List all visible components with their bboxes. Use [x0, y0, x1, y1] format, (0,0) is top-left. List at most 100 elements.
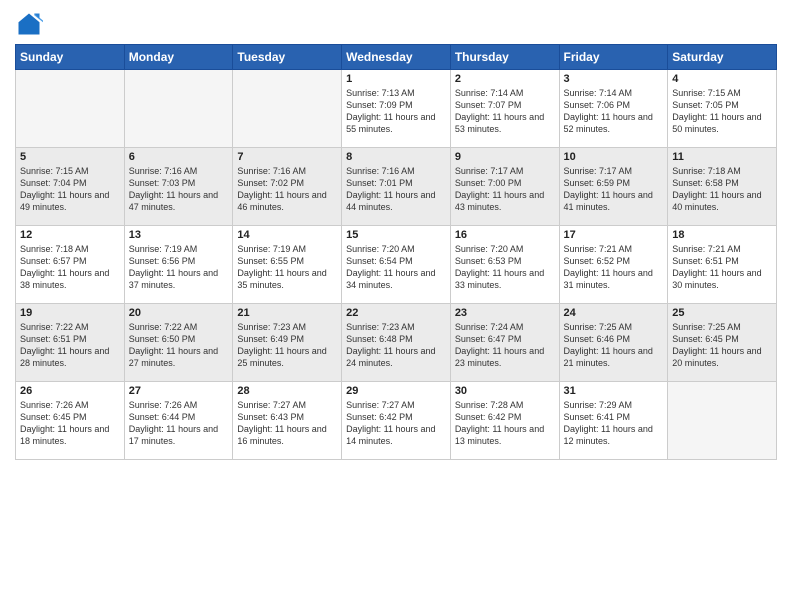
day-number: 19: [20, 307, 120, 319]
calendar-cell-4-4: 22Sunrise: 7:23 AM Sunset: 6:48 PM Dayli…: [342, 304, 451, 382]
week-row-5: 26 Sunrise: 7:26 AM Sunset: 6:45 PM Dayli…: [16, 382, 777, 460]
day-info: Sunrise: 7:21 AM Sunset: 6:51 PM Dayligh…: [672, 243, 772, 292]
day-info: Sunrise: 7:26 AM Sunset: 6:45 PM Dayligh…: [20, 399, 120, 448]
day-info: Sunrise: 7:16 AM Sunset: 7:01 PM Dayligh…: [346, 165, 446, 214]
week-row-2: 5 Sunrise: 7:15 AM Sunset: 7:04 PM Daylig…: [16, 148, 777, 226]
calendar-cell-2-3: 7 Sunrise: 7:16 AM Sunset: 7:02 PM Daylig…: [233, 148, 342, 226]
calendar-cell-1-4: 1 Sunrise: 7:13 AM Sunset: 7:09 PM Daylig…: [342, 70, 451, 148]
calendar-cell-2-1: 5 Sunrise: 7:15 AM Sunset: 7:04 PM Daylig…: [16, 148, 125, 226]
calendar-cell-3-5: 16 Sunrise: 7:20 AM Sunset: 6:53 PM Dayli…: [450, 226, 559, 304]
calendar-cell-1-6: 3 Sunrise: 7:14 AM Sunset: 7:06 PM Daylig…: [559, 70, 668, 148]
day-number: 16: [455, 229, 555, 241]
day-number: 17: [564, 229, 664, 241]
calendar-cell-1-3: [233, 70, 342, 148]
day-info: Sunrise: 7:15 AM Sunset: 7:04 PM Dayligh…: [20, 165, 120, 214]
calendar-cell-1-1: [16, 70, 125, 148]
calendar-cell-4-7: 25 Sunrise: 7:25 AM Sunset: 6:45 PM Dayli…: [668, 304, 777, 382]
calendar-cell-5-5: 30Sunrise: 7:28 AM Sunset: 6:42 PM Dayli…: [450, 382, 559, 460]
day-number: 31: [564, 385, 664, 397]
day-info: Sunrise: 7:27 AM Sunset: 6:42 PM Dayligh…: [346, 399, 446, 448]
calendar-cell-5-2: 27 Sunrise: 7:26 AM Sunset: 6:44 PM Dayli…: [124, 382, 233, 460]
day-info: Sunrise: 7:24 AM Sunset: 6:47 PM Dayligh…: [455, 321, 555, 370]
week-row-1: 1 Sunrise: 7:13 AM Sunset: 7:09 PM Daylig…: [16, 70, 777, 148]
calendar-cell-4-3: 21 Sunrise: 7:23 AM Sunset: 6:49 PM Dayli…: [233, 304, 342, 382]
calendar-cell-2-6: 10 Sunrise: 7:17 AM Sunset: 6:59 PM Dayli…: [559, 148, 668, 226]
day-info: Sunrise: 7:27 AM Sunset: 6:43 PM Dayligh…: [237, 399, 337, 448]
weekday-header-wednesday: Wednesday: [342, 45, 451, 70]
day-number: 28: [237, 385, 337, 397]
calendar-cell-2-2: 6Sunrise: 7:16 AM Sunset: 7:03 PM Daylig…: [124, 148, 233, 226]
calendar-cell-4-1: 19 Sunrise: 7:22 AM Sunset: 6:51 PM Dayli…: [16, 304, 125, 382]
day-info: Sunrise: 7:13 AM Sunset: 7:09 PM Dayligh…: [346, 87, 446, 136]
day-info: Sunrise: 7:17 AM Sunset: 7:00 PM Dayligh…: [455, 165, 555, 214]
day-info: Sunrise: 7:22 AM Sunset: 6:51 PM Dayligh…: [20, 321, 120, 370]
calendar-cell-3-7: 18 Sunrise: 7:21 AM Sunset: 6:51 PM Dayli…: [668, 226, 777, 304]
day-info: Sunrise: 7:17 AM Sunset: 6:59 PM Dayligh…: [564, 165, 664, 214]
calendar-cell-5-3: 28 Sunrise: 7:27 AM Sunset: 6:43 PM Dayli…: [233, 382, 342, 460]
day-info: Sunrise: 7:25 AM Sunset: 6:45 PM Dayligh…: [672, 321, 772, 370]
day-number: 9: [455, 151, 555, 163]
weekday-header-saturday: Saturday: [668, 45, 777, 70]
day-number: 1: [346, 73, 446, 85]
logo: [15, 10, 45, 38]
calendar-cell-5-4: 29 Sunrise: 7:27 AM Sunset: 6:42 PM Dayli…: [342, 382, 451, 460]
day-info: Sunrise: 7:21 AM Sunset: 6:52 PM Dayligh…: [564, 243, 664, 292]
day-number: 26: [20, 385, 120, 397]
day-info: Sunrise: 7:25 AM Sunset: 6:46 PM Dayligh…: [564, 321, 664, 370]
page: SundayMondayTuesdayWednesdayThursdayFrid…: [0, 0, 792, 612]
header: [15, 10, 777, 38]
calendar-cell-4-6: 24 Sunrise: 7:25 AM Sunset: 6:46 PM Dayli…: [559, 304, 668, 382]
calendar-cell-1-7: 4 Sunrise: 7:15 AM Sunset: 7:05 PM Daylig…: [668, 70, 777, 148]
weekday-header-row: SundayMondayTuesdayWednesdayThursdayFrid…: [16, 45, 777, 70]
day-info: Sunrise: 7:14 AM Sunset: 7:07 PM Dayligh…: [455, 87, 555, 136]
weekday-header-thursday: Thursday: [450, 45, 559, 70]
day-info: Sunrise: 7:19 AM Sunset: 6:55 PM Dayligh…: [237, 243, 337, 292]
calendar-cell-4-2: 20Sunrise: 7:22 AM Sunset: 6:50 PM Dayli…: [124, 304, 233, 382]
day-number: 14: [237, 229, 337, 241]
day-number: 29: [346, 385, 446, 397]
day-number: 27: [129, 385, 229, 397]
weekday-header-friday: Friday: [559, 45, 668, 70]
day-number: 12: [20, 229, 120, 241]
day-number: 7: [237, 151, 337, 163]
calendar-cell-2-7: 11Sunrise: 7:18 AM Sunset: 6:58 PM Dayli…: [668, 148, 777, 226]
day-number: 4: [672, 73, 772, 85]
day-number: 24: [564, 307, 664, 319]
day-number: 25: [672, 307, 772, 319]
day-info: Sunrise: 7:16 AM Sunset: 7:02 PM Dayligh…: [237, 165, 337, 214]
weekday-header-monday: Monday: [124, 45, 233, 70]
day-number: 3: [564, 73, 664, 85]
day-info: Sunrise: 7:18 AM Sunset: 6:57 PM Dayligh…: [20, 243, 120, 292]
day-number: 5: [20, 151, 120, 163]
day-info: Sunrise: 7:20 AM Sunset: 6:54 PM Dayligh…: [346, 243, 446, 292]
calendar-cell-3-6: 17 Sunrise: 7:21 AM Sunset: 6:52 PM Dayli…: [559, 226, 668, 304]
calendar-cell-4-5: 23Sunrise: 7:24 AM Sunset: 6:47 PM Dayli…: [450, 304, 559, 382]
day-info: Sunrise: 7:18 AM Sunset: 6:58 PM Dayligh…: [672, 165, 772, 214]
day-number: 10: [564, 151, 664, 163]
calendar-cell-3-4: 15 Sunrise: 7:20 AM Sunset: 6:54 PM Dayli…: [342, 226, 451, 304]
calendar: SundayMondayTuesdayWednesdayThursdayFrid…: [15, 44, 777, 460]
day-info: Sunrise: 7:14 AM Sunset: 7:06 PM Dayligh…: [564, 87, 664, 136]
week-row-4: 19 Sunrise: 7:22 AM Sunset: 6:51 PM Dayli…: [16, 304, 777, 382]
day-number: 15: [346, 229, 446, 241]
day-info: Sunrise: 7:28 AM Sunset: 6:42 PM Dayligh…: [455, 399, 555, 448]
day-number: 21: [237, 307, 337, 319]
day-info: Sunrise: 7:15 AM Sunset: 7:05 PM Dayligh…: [672, 87, 772, 136]
calendar-cell-3-1: 12 Sunrise: 7:18 AM Sunset: 6:57 PM Dayli…: [16, 226, 125, 304]
day-info: Sunrise: 7:29 AM Sunset: 6:41 PM Dayligh…: [564, 399, 664, 448]
week-row-3: 12 Sunrise: 7:18 AM Sunset: 6:57 PM Dayli…: [16, 226, 777, 304]
day-info: Sunrise: 7:23 AM Sunset: 6:49 PM Dayligh…: [237, 321, 337, 370]
day-info: Sunrise: 7:23 AM Sunset: 6:48 PM Dayligh…: [346, 321, 446, 370]
day-info: Sunrise: 7:20 AM Sunset: 6:53 PM Dayligh…: [455, 243, 555, 292]
day-info: Sunrise: 7:19 AM Sunset: 6:56 PM Dayligh…: [129, 243, 229, 292]
day-number: 6: [129, 151, 229, 163]
day-number: 20: [129, 307, 229, 319]
calendar-cell-1-2: [124, 70, 233, 148]
weekday-header-tuesday: Tuesday: [233, 45, 342, 70]
day-number: 13: [129, 229, 229, 241]
calendar-cell-2-5: 9 Sunrise: 7:17 AM Sunset: 7:00 PM Daylig…: [450, 148, 559, 226]
day-number: 18: [672, 229, 772, 241]
calendar-cell-2-4: 8Sunrise: 7:16 AM Sunset: 7:01 PM Daylig…: [342, 148, 451, 226]
calendar-cell-3-2: 13 Sunrise: 7:19 AM Sunset: 6:56 PM Dayli…: [124, 226, 233, 304]
day-info: Sunrise: 7:26 AM Sunset: 6:44 PM Dayligh…: [129, 399, 229, 448]
